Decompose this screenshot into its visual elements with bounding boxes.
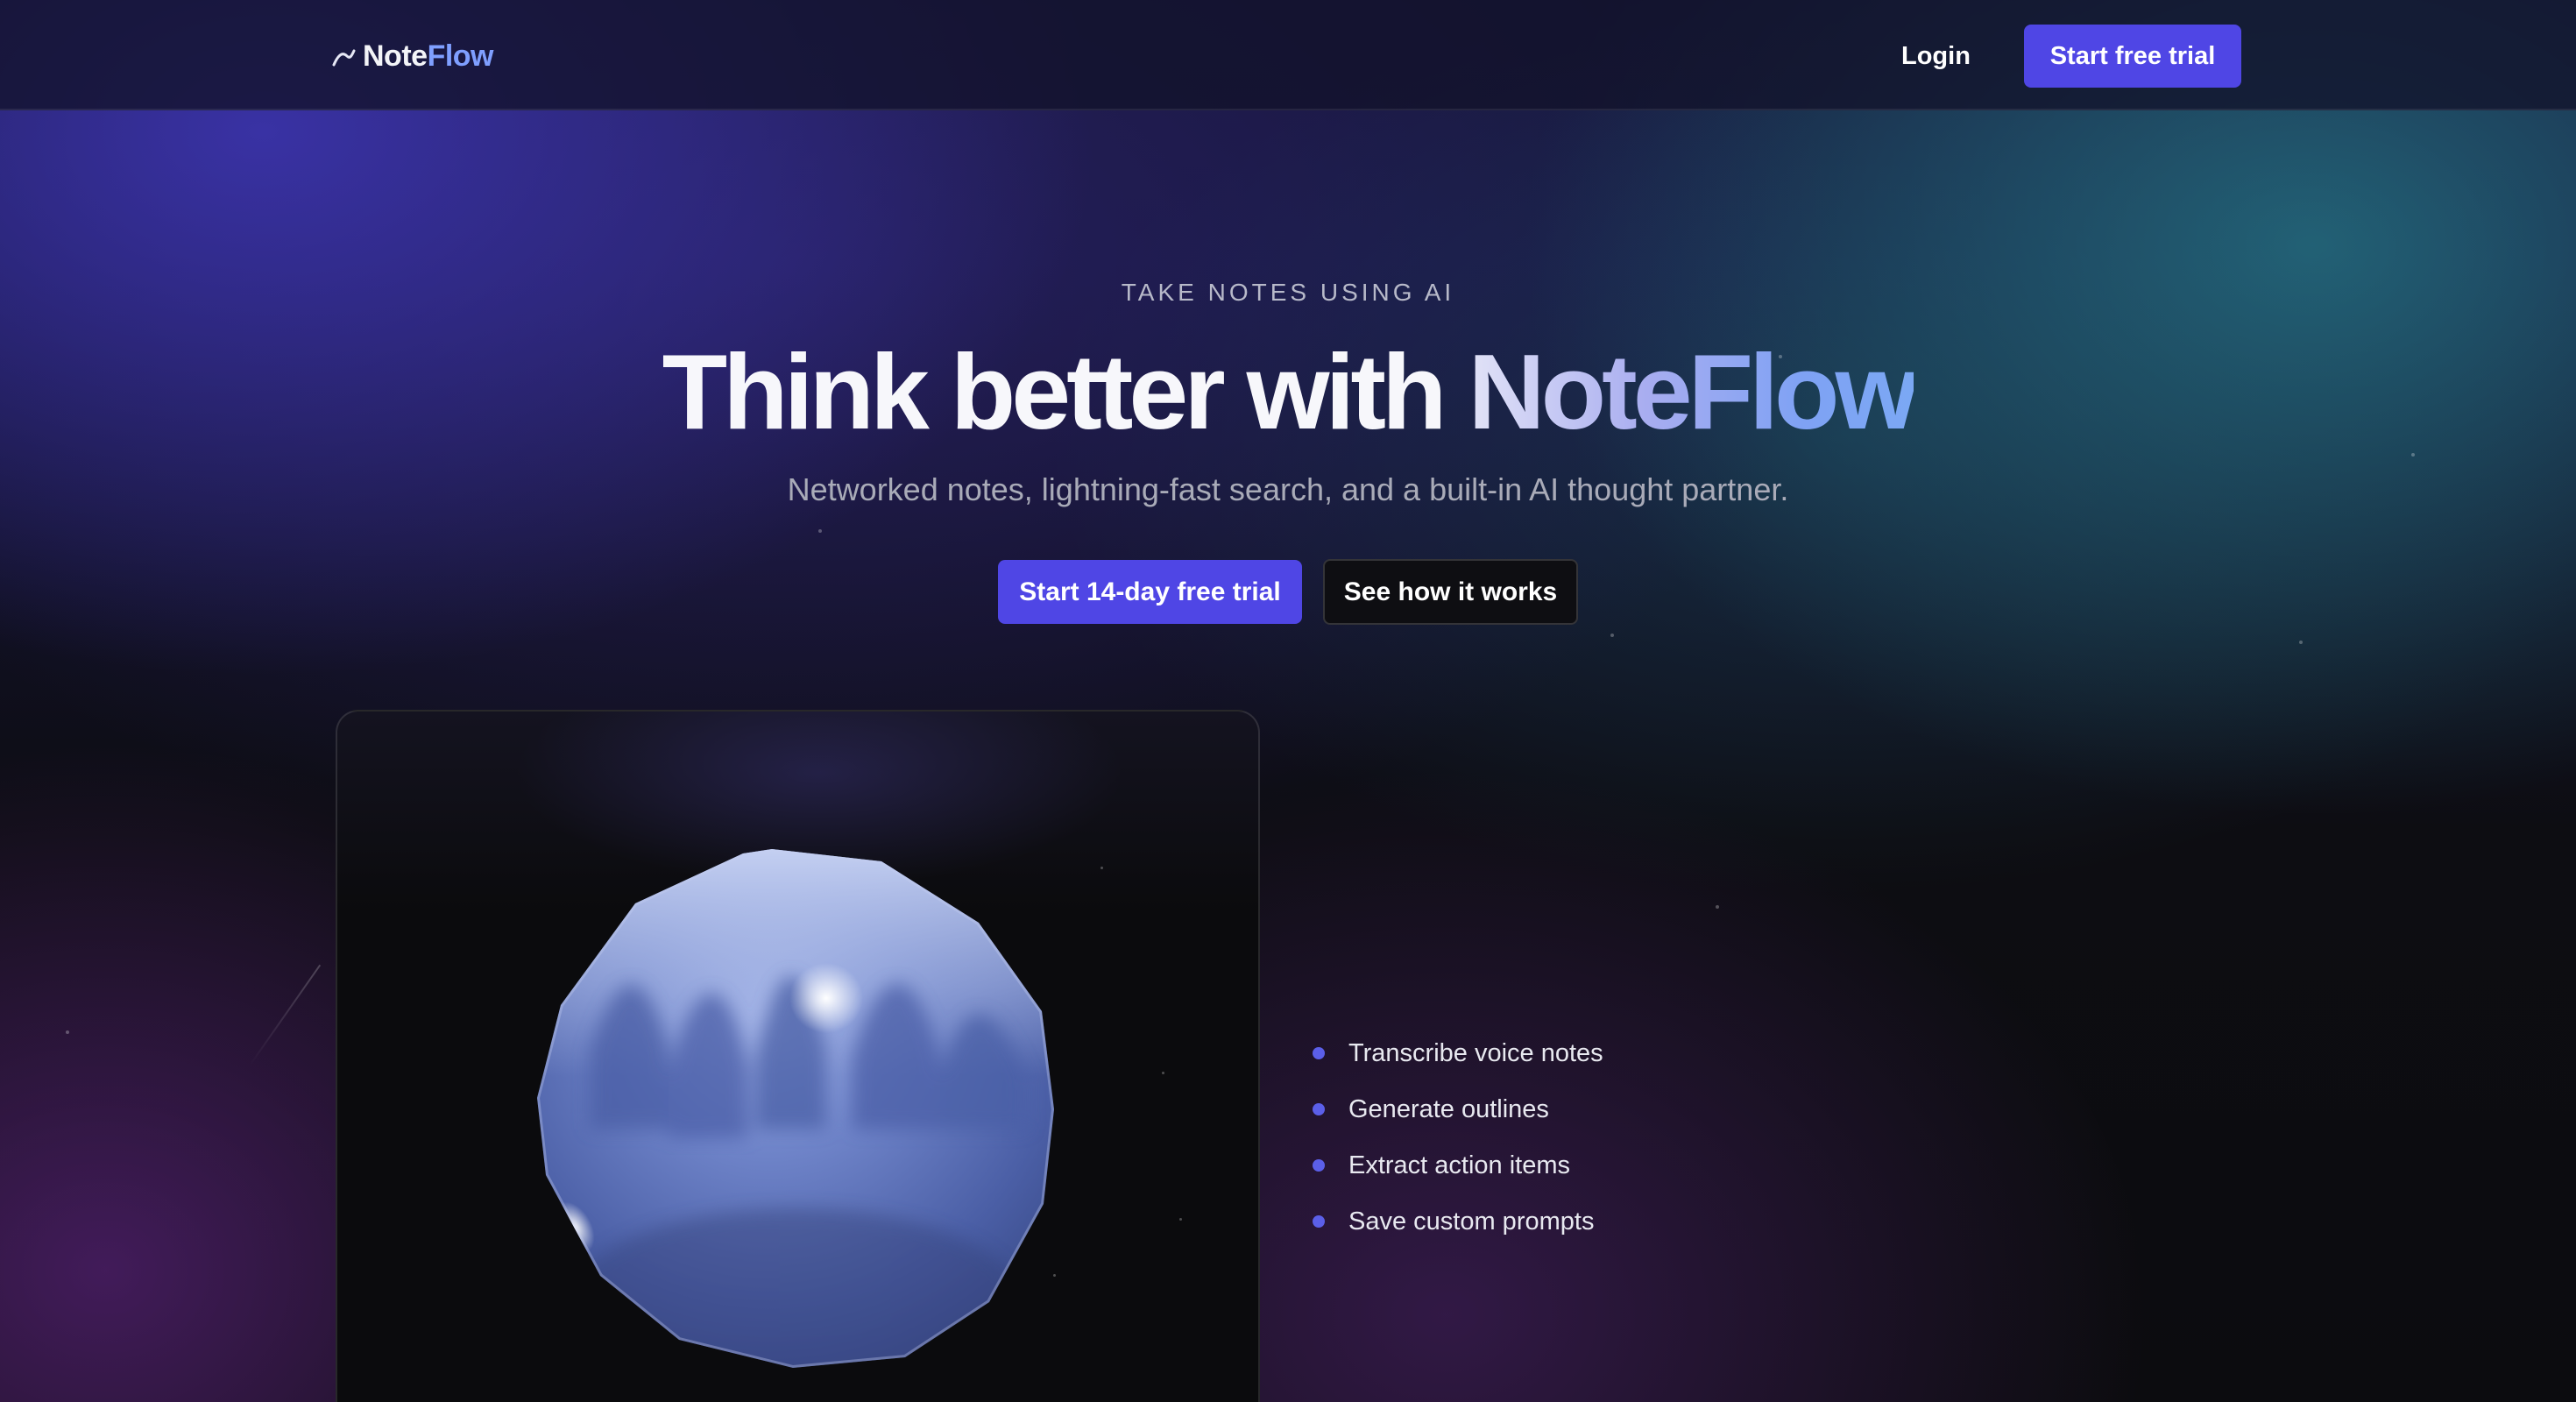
logo[interactable]: NoteFlow [331,35,494,77]
hero-headline: Think better with NoteFlow [0,331,2576,452]
start-free-trial-button[interactable]: Start free trial [2024,25,2241,88]
headline-brand: NoteFlow [1468,332,1918,451]
bullet-dot-icon [1313,1159,1325,1172]
demo-card [336,710,1260,1402]
shooting-star-decoration [249,964,322,1066]
headline-main: Think better with [662,332,1468,451]
star-decoration [66,1030,69,1034]
logo-text-note: Note [363,39,428,73]
feature-label: Save custom prompts [1348,1207,1595,1236]
flow-curve-icon [332,49,356,67]
bullet-dot-icon [1313,1215,1325,1228]
login-link[interactable]: Login [1901,35,1971,77]
3d-sphere-visual [537,849,1054,1368]
star-decoration [1716,905,1719,909]
top-navbar: NoteFlow Login Start free trial [0,0,2576,110]
feature-label: Extract action items [1348,1151,1571,1179]
star-decoration [2411,453,2415,457]
list-item: Save custom prompts [1313,1193,1838,1250]
star-decoration [818,529,822,533]
start-14-day-trial-button[interactable]: Start 14-day free trial [998,560,1302,624]
hero-subhead: Networked notes, lightning-fast search, … [787,471,1789,507]
logo-text-flow: Flow [427,39,494,73]
star-decoration [2299,641,2303,644]
star-decoration [1179,1218,1182,1221]
bullet-dot-icon [1313,1103,1325,1115]
feature-label: Transcribe voice notes [1348,1038,1603,1067]
see-how-it-works-button[interactable]: See how it works [1323,559,1578,625]
star-decoration [1162,1072,1164,1074]
star-decoration [1610,634,1614,637]
feature-label: Generate outlines [1348,1094,1549,1123]
list-item: Transcribe voice notes [1313,1025,1838,1081]
list-item: Generate outlines [1313,1081,1838,1137]
bullet-dot-icon [1313,1047,1325,1059]
star-decoration [1100,867,1103,869]
list-item: Extract action items [1313,1137,1838,1193]
logo-text: NoteFlow [363,39,494,74]
feature-list: Transcribe voice notes Generate outlines… [1313,1025,1838,1250]
landing-page: NoteFlow Login Start free trial TAKE NOT… [0,0,2576,1402]
hero-eyebrow: TAKE NOTES USING AI [1121,279,1455,306]
